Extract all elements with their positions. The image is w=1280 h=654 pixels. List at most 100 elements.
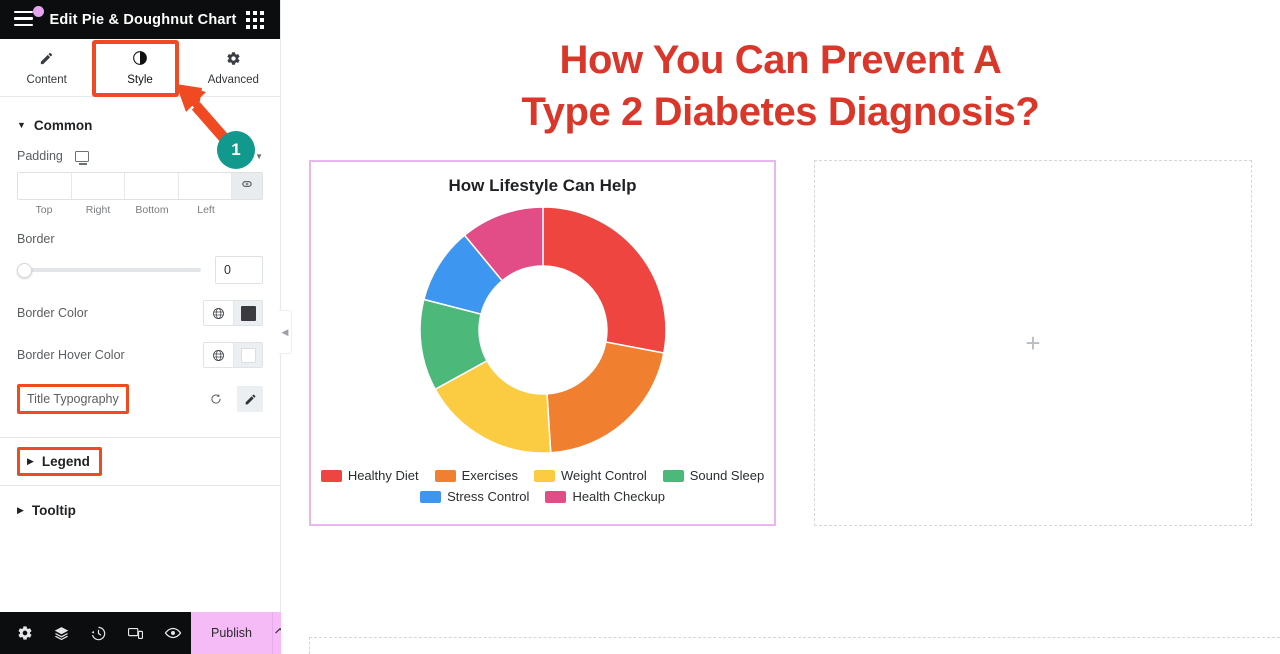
border-slider-thumb[interactable] xyxy=(17,263,32,278)
doughnut-chart[interactable] xyxy=(323,204,762,456)
border-slider[interactable] xyxy=(17,261,201,279)
legend-swatch xyxy=(420,490,442,503)
doughnut-chart-svg xyxy=(418,206,667,454)
chart-title: How Lifestyle Can Help xyxy=(448,176,637,195)
page-heading-line-2: Type 2 Diabetes Diagnosis? xyxy=(521,90,1040,134)
padding-right-input[interactable] xyxy=(71,173,125,199)
padding-caption-bottom: Bottom xyxy=(135,204,169,216)
legend-section-highlight: ▶ Legend xyxy=(17,447,102,476)
gear-icon xyxy=(226,50,241,67)
padding-link-values-button[interactable] xyxy=(232,173,262,199)
legend-item-stress-control[interactable]: Stress Control xyxy=(420,489,529,504)
padding-captions: Top Right Bottom Left xyxy=(17,204,263,216)
page-heading: How You Can Prevent A Type 2 Diabetes Di… xyxy=(281,0,1280,138)
legend-swatch xyxy=(533,469,555,482)
panel-collapse-handle[interactable]: ◀ xyxy=(279,310,292,354)
panel-header: Edit Pie & Doughnut Chart xyxy=(0,0,280,39)
contrast-icon xyxy=(132,50,148,67)
caret-right-icon: ▶ xyxy=(27,456,34,466)
border-color-picker[interactable] xyxy=(203,300,263,326)
tab-style-label: Style xyxy=(127,73,153,86)
legend-label: Sound Sleep xyxy=(689,468,765,483)
page-heading-line-1: How You Can Prevent A xyxy=(559,38,1002,82)
border-color-label: Border Color xyxy=(17,306,88,320)
legend-label: Healthy Diet xyxy=(347,468,419,483)
next-section-dropzone xyxy=(309,637,1280,654)
preview-canvas: How You Can Prevent A Type 2 Diabetes Di… xyxy=(281,0,1280,654)
section-legend[interactable]: ▶ Legend xyxy=(0,438,280,485)
tab-content[interactable]: Content xyxy=(0,39,93,96)
border-hover-color-label: Border Hover Color xyxy=(17,348,125,362)
border-hover-color-swatch[interactable] xyxy=(234,343,262,367)
annotation-step-number: 1 xyxy=(231,140,241,159)
caret-right-icon: ▶ xyxy=(17,504,24,515)
panel-title: Edit Pie & Doughnut Chart xyxy=(49,11,237,28)
annotation-step-badge: 1 xyxy=(217,131,255,169)
border-value-input[interactable] xyxy=(215,256,263,284)
border-label: Border xyxy=(17,232,55,246)
app-grid-icon[interactable] xyxy=(246,10,264,29)
eye-preview-icon[interactable] xyxy=(154,612,191,654)
padding-caption-left: Left xyxy=(197,204,215,216)
section-common-label: Common xyxy=(33,117,93,133)
legend-item-exercises[interactable]: Exercises xyxy=(434,468,518,483)
control-border-hover-color: Border Hover Color xyxy=(0,342,280,368)
publish-button[interactable]: Publish xyxy=(191,612,272,654)
legend-item-health-checkup[interactable]: Health Checkup xyxy=(545,489,665,504)
chart-widget[interactable]: How Lifestyle Can Help Healthy Diet Exer… xyxy=(309,160,776,526)
legend-item-healthy-diet[interactable]: Healthy Diet xyxy=(320,468,419,483)
globe-icon[interactable] xyxy=(204,301,234,325)
border-color-swatch[interactable] xyxy=(234,301,262,325)
control-border-color: Border Color xyxy=(0,300,280,326)
legend-item-sound-sleep[interactable]: Sound Sleep xyxy=(662,468,765,483)
responsive-icon[interactable] xyxy=(117,612,154,654)
globe-icon[interactable] xyxy=(204,343,234,367)
gear-icon[interactable] xyxy=(6,612,43,654)
hamburger-icon[interactable] xyxy=(14,5,44,29)
padding-left-input[interactable] xyxy=(178,173,232,199)
section-columns: How Lifestyle Can Help Healthy Diet Exer… xyxy=(281,138,1280,526)
empty-column-dropzone[interactable]: + xyxy=(814,160,1252,526)
title-typography-highlight: Title Typography xyxy=(17,384,129,414)
padding-bottom-input[interactable] xyxy=(125,173,179,199)
elementor-editor: Edit Pie & Doughnut Chart Content Style … xyxy=(0,0,1280,654)
tab-content-label: Content xyxy=(26,73,67,86)
pencil-icon xyxy=(39,50,54,67)
desktop-icon[interactable] xyxy=(74,150,89,165)
legend-label: Exercises xyxy=(461,468,518,483)
section-legend-label: Legend xyxy=(41,454,90,469)
padding-label: Padding xyxy=(17,149,63,163)
doughnut-slice-healthy-diet[interactable] xyxy=(541,206,667,354)
border-hover-color-picker[interactable] xyxy=(203,342,263,368)
doughnut-slice-exercises[interactable] xyxy=(545,341,665,454)
title-typography-reset-button[interactable] xyxy=(203,386,229,412)
title-typography-edit-button[interactable] xyxy=(237,386,263,412)
legend-label: Health Checkup xyxy=(572,489,665,504)
padding-top-input[interactable] xyxy=(18,173,72,199)
border-slider-track xyxy=(17,268,201,272)
legend-swatch xyxy=(662,469,684,482)
legend-swatch xyxy=(545,490,567,503)
footer-icon-group xyxy=(0,612,191,654)
notification-dot xyxy=(33,5,44,17)
history-icon[interactable] xyxy=(80,612,117,654)
chart-legend-row-2: Stress Control Health Checkup xyxy=(327,489,758,504)
panel-footer: Publish xyxy=(0,612,287,654)
caret-down-icon: ▼ xyxy=(17,119,26,130)
plus-icon[interactable]: + xyxy=(1025,330,1040,356)
legend-label: Stress Control xyxy=(447,489,530,504)
legend-swatch xyxy=(320,469,342,482)
section-tooltip-label: Tooltip xyxy=(31,502,76,518)
publish-button-label: Publish xyxy=(211,626,252,640)
legend-item-weight-control[interactable]: Weight Control xyxy=(533,468,647,483)
section-tooltip[interactable]: ▶ Tooltip xyxy=(0,486,280,534)
chart-legend-row-1: Healthy Diet Exercises Weight Control So… xyxy=(320,468,764,483)
layers-icon[interactable] xyxy=(43,612,80,654)
legend-swatch xyxy=(434,469,456,482)
chevron-left-icon: ◀ xyxy=(281,326,289,337)
control-title-typography: Title Typography xyxy=(0,384,280,414)
padding-caption-top: Top xyxy=(35,204,53,216)
padding-caption-right: Right xyxy=(85,204,111,216)
control-border: Border xyxy=(0,232,280,284)
link-icon xyxy=(240,177,254,196)
